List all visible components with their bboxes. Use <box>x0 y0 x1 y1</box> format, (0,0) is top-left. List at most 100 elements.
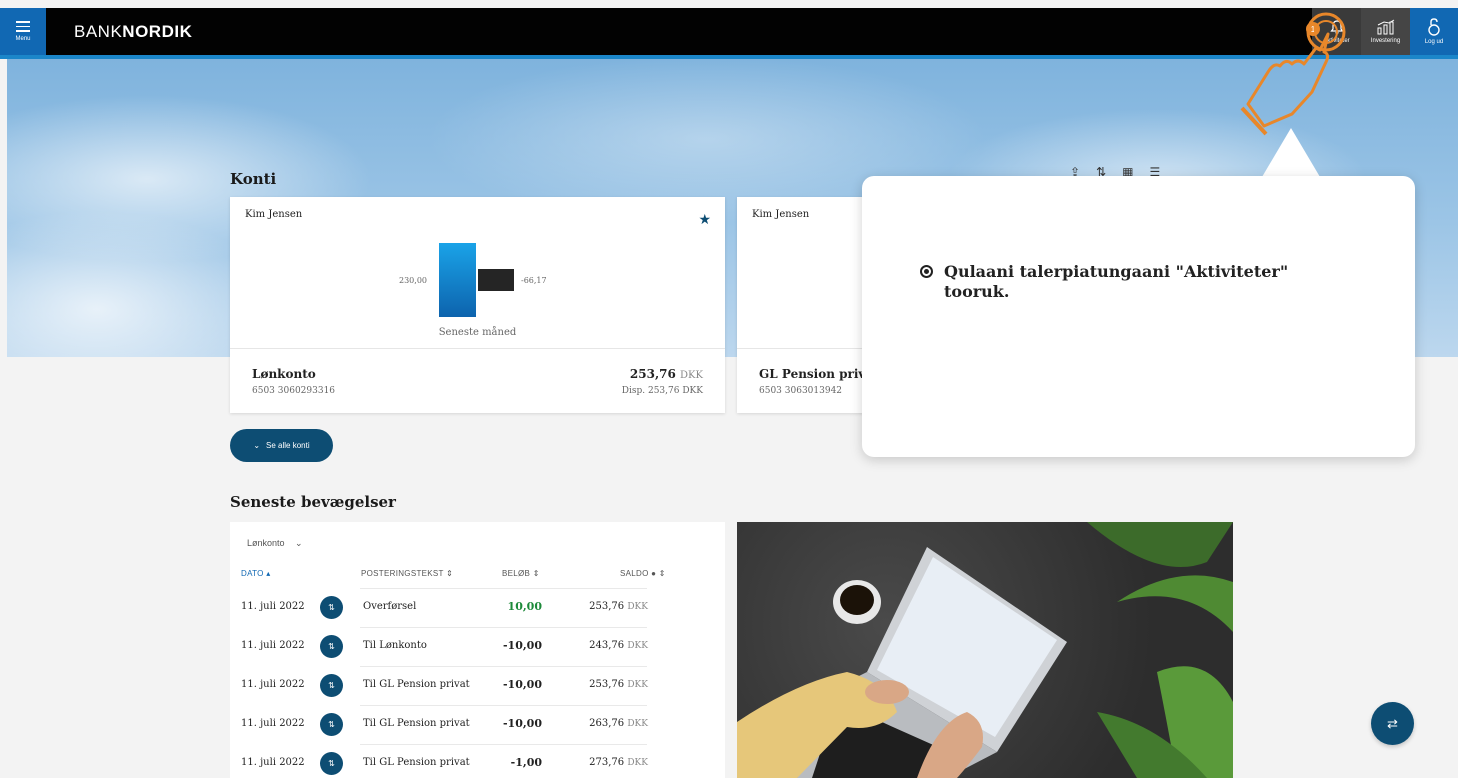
row-balance: 253,76 DKK <box>589 679 648 690</box>
table-row[interactable]: 11. juli 2022 ⇅ Overførsel 10,00 253,76 … <box>230 588 725 627</box>
logout-button[interactable]: Log ud <box>1410 8 1458 55</box>
account-number: 6503 3063013942 <box>759 386 843 396</box>
see-all-accounts-button[interactable]: ⌄ Se alle konti <box>230 429 333 462</box>
row-balance-currency: DKK <box>627 602 648 612</box>
logout-label: Log ud <box>1424 39 1444 45</box>
account-filter-dropdown[interactable]: Lønkonto ⌄ <box>247 538 303 549</box>
column-text-label: POSTERINGSTEKST <box>361 569 444 578</box>
investing-label: Investering <box>1370 38 1401 44</box>
column-balance-label: SALDO <box>620 569 649 578</box>
transfer-fab-button[interactable]: ⇄ <box>1371 702 1414 745</box>
account-name: Lønkonto <box>252 367 316 381</box>
row-rule <box>360 666 647 667</box>
account-disposable: Disp. 253,76 DKK <box>621 386 703 396</box>
row-balance: 273,76 DKK <box>589 757 648 768</box>
transfer-icon: ⇅ <box>320 635 343 658</box>
logo-bold-text: NORDIK <box>122 21 193 41</box>
table-row[interactable]: 11. juli 2022 ⇅ Til Lønkonto -10,00 243,… <box>230 627 725 666</box>
row-balance-value: 263,76 <box>589 718 625 729</box>
row-date: 11. juli 2022 <box>241 601 305 612</box>
row-text: Til Lønkonto <box>363 640 427 651</box>
star-icon[interactable]: ★ <box>698 211 711 228</box>
expense-bar <box>478 269 514 291</box>
chart-caption: Seneste måned <box>438 327 517 338</box>
row-balance-currency: DKK <box>627 719 648 729</box>
laptop-photo <box>737 522 1233 778</box>
row-text: Til GL Pension privat <box>363 757 470 768</box>
transfer-icon: ⇅ <box>320 674 343 697</box>
transfer-icon: ⇅ <box>320 752 343 775</box>
account-name: GL Pension privat <box>759 367 879 381</box>
see-all-label: Se alle konti <box>266 441 310 450</box>
laptop-illustration <box>737 522 1233 778</box>
balance-currency: DKK <box>680 370 703 381</box>
row-rule <box>360 627 647 628</box>
row-date: 11. juli 2022 <box>241 718 305 729</box>
row-amount: -10,00 <box>502 639 542 652</box>
row-balance: 253,76 DKK <box>589 601 648 612</box>
row-amount: -1,00 <box>510 756 542 769</box>
account-card-loenkonto[interactable]: Kim Jensen ★ 230,00 -66,17 Seneste måned… <box>230 197 725 413</box>
column-date-label: DATO <box>241 569 264 578</box>
transfer-icon: ⇅ <box>320 596 343 619</box>
tooltip-text: Qulaani talerpiatungaani "Aktiviteter" t… <box>944 262 1289 301</box>
row-rule <box>360 705 647 706</box>
row-balance: 263,76 DKK <box>589 718 648 729</box>
income-bar <box>439 243 476 317</box>
row-rule <box>360 588 647 589</box>
investment-chart-icon <box>1377 19 1394 35</box>
pointing-hand-icon <box>1240 12 1346 136</box>
investing-button[interactable]: Investering <box>1361 8 1410 55</box>
card-divider <box>230 348 725 349</box>
row-text: Overførsel <box>363 601 417 612</box>
expense-value-label: -66,17 <box>521 276 547 285</box>
income-value-label: 230,00 <box>399 276 427 285</box>
menu-button[interactable]: Menu <box>0 8 46 55</box>
row-date: 11. juli 2022 <box>241 640 305 651</box>
row-amount: -10,00 <box>502 678 542 691</box>
column-balance[interactable]: SALDO ● ⇕ <box>620 569 666 578</box>
menu-icon <box>16 21 30 32</box>
row-balance-value: 243,76 <box>589 640 625 651</box>
table-row[interactable]: 11. juli 2022 ⇅ Til GL Pension privat -1… <box>230 705 725 744</box>
chevron-down-icon: ⌄ <box>253 441 261 450</box>
row-amount: -10,00 <box>502 717 542 730</box>
sort-icon: ⇕ <box>446 569 454 578</box>
menu-label: Menu <box>15 36 31 42</box>
row-amount: 10,00 <box>507 600 542 613</box>
row-text: Til GL Pension privat <box>363 718 470 729</box>
sort-icon: ⇕ <box>532 569 540 578</box>
row-rule <box>360 744 647 745</box>
transactions-title: Seneste bevægelser <box>230 493 396 511</box>
row-balance-currency: DKK <box>627 641 648 651</box>
row-balance: 243,76 DKK <box>589 640 648 651</box>
row-balance-currency: DKK <box>627 758 648 768</box>
column-settings-icon[interactable]: ● ⇕ <box>651 569 666 578</box>
table-row[interactable]: 11. juli 2022 ⇅ Til GL Pension privat -1… <box>230 744 725 778</box>
row-text: Til GL Pension privat <box>363 679 470 690</box>
transfer-icon: ⇄ <box>1387 715 1398 731</box>
account-balance: 253,76 DKK <box>630 367 703 381</box>
account-owner: Kim Jensen <box>245 209 303 220</box>
accounts-title: Konti <box>230 170 277 188</box>
row-balance-currency: DKK <box>627 680 648 690</box>
bank-logo[interactable]: BANKNORDIK <box>74 22 192 42</box>
row-balance-value: 253,76 <box>589 601 625 612</box>
logout-lock-icon <box>1428 18 1440 36</box>
row-date: 11. juli 2022 <box>241 679 305 690</box>
column-text[interactable]: POSTERINGSTEKST ⇕ <box>361 569 453 578</box>
transactions-card: Lønkonto ⌄ DATO ▴ POSTERINGSTEKST ⇕ BELØ… <box>230 522 725 778</box>
chevron-down-icon: ⌄ <box>295 538 303 548</box>
column-date[interactable]: DATO ▴ <box>241 569 271 578</box>
column-amount[interactable]: BELØB ⇕ <box>502 569 540 578</box>
row-balance-value: 273,76 <box>589 757 625 768</box>
row-balance-value: 253,76 <box>589 679 625 690</box>
logo-regular-text: BANK <box>74 21 123 41</box>
transfer-icon: ⇅ <box>320 713 343 736</box>
table-row[interactable]: 11. juli 2022 ⇅ Til GL Pension privat -1… <box>230 666 725 705</box>
row-date: 11. juli 2022 <box>241 757 305 768</box>
account-filter-value: Lønkonto <box>247 538 285 548</box>
sort-asc-icon: ▴ <box>266 569 271 578</box>
guide-tooltip: Qulaani talerpiatungaani "Aktiviteter" t… <box>862 176 1415 457</box>
account-number: 6503 3060293316 <box>252 386 336 396</box>
